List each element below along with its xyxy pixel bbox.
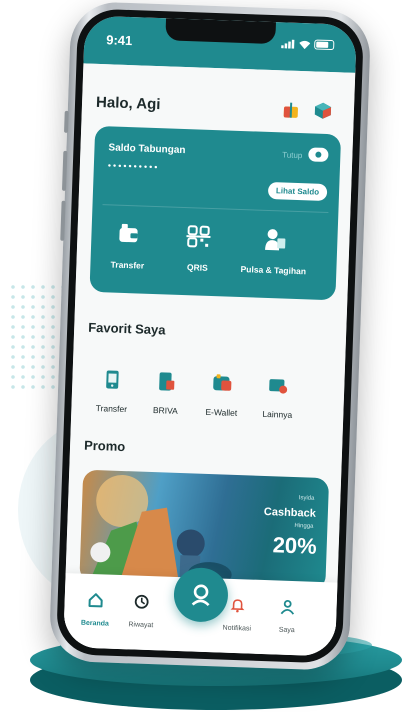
favorit-item-lainnya[interactable]: Lainnya [249,373,307,423]
history-icon [134,594,149,609]
status-time: 9:41 [106,32,133,49]
masked-balance: •••••••••• [107,160,160,173]
eye-toggle-icon[interactable] [308,147,329,163]
status-icons [281,38,335,51]
greeting: Halo, Agi [95,93,161,114]
ewallet-icon [213,374,232,391]
quick-action-label: Transfer [110,259,145,271]
nav-beranda[interactable]: Beranda [70,591,121,631]
lihat-saldo-button[interactable]: Lihat Saldo [267,181,328,201]
home-icon [88,593,103,608]
favorit-title: Favorit Saya [87,319,166,338]
gift-icon[interactable] [282,100,301,119]
quick-action-transfer[interactable]: Transfer [92,220,164,274]
favorit-label: Lainnya [262,408,293,420]
notch [165,18,276,45]
nav-label: Notifikasi [222,624,252,633]
favorit-label: BRIVA [152,405,178,416]
wifi-icon [299,40,311,49]
favorit-item-transfer[interactable]: Transfer [83,368,141,418]
saldo-card: Saldo Tabungan •••••••••• Tutup Lihat Sa… [89,125,342,301]
nav-label: Beranda [80,619,110,628]
eye-label: Tutup [282,150,303,161]
promo-percent: 20% [272,532,318,559]
quick-action-pulsa-tagihan[interactable]: Pulsa & Tagihan [238,225,310,279]
promo-illustration [89,475,232,587]
nav-notifikasi[interactable]: Notifikasi [212,596,263,636]
app-content: Halo, Agi Saldo Tabungan •••••••••• Tutu… [63,63,356,657]
bottom-nav: Beranda Riwayat Notifikasi Saya [63,566,338,657]
bill-icon [265,229,286,251]
volume-down-button [60,200,66,241]
user-icon [280,599,295,615]
battery-icon [314,39,335,51]
nav-label: Riwayat [128,621,154,630]
signal-icon [281,39,295,49]
briva-icon [159,372,175,391]
promo-headline: Cashback [263,505,317,520]
nav-riwayat[interactable]: Riwayat [116,593,167,633]
cube-icon[interactable] [314,101,333,120]
favorit-label: E-Wallet [205,406,238,418]
favorit-item-ewallet[interactable]: E-Wallet [193,371,251,421]
nav-label: Saya [278,626,295,635]
phone-screen: 9:41 Halo, Agi Saldo Tabungan ••••••••••… [63,15,357,657]
promo-title: Promo [83,437,126,455]
promo-upto: Hingga [294,523,314,530]
quick-action-label: Pulsa & Tagihan [240,264,307,277]
qr-icon [186,225,211,248]
wallet-icon [119,223,138,243]
saldo-label: Saldo Tabungan [108,142,186,157]
divider [102,204,329,214]
more-icon [269,379,288,394]
favorit-item-briva[interactable]: BRIVA [137,370,195,420]
bell-icon [230,599,245,613]
quick-action-label: QRIS [186,262,208,273]
phone-mockup: 9:41 Halo, Agi Saldo Tabungan ••••••••••… [48,0,372,672]
scan-icon [191,584,210,607]
mute-switch [64,110,69,133]
nav-saya[interactable]: Saya [262,598,313,638]
favorit-label: Transfer [95,403,128,415]
volume-up-button [61,150,68,191]
quick-action-qris[interactable]: QRIS [162,222,234,276]
promo-brand: Isyida [298,495,315,502]
phone-transfer-icon [106,370,119,389]
